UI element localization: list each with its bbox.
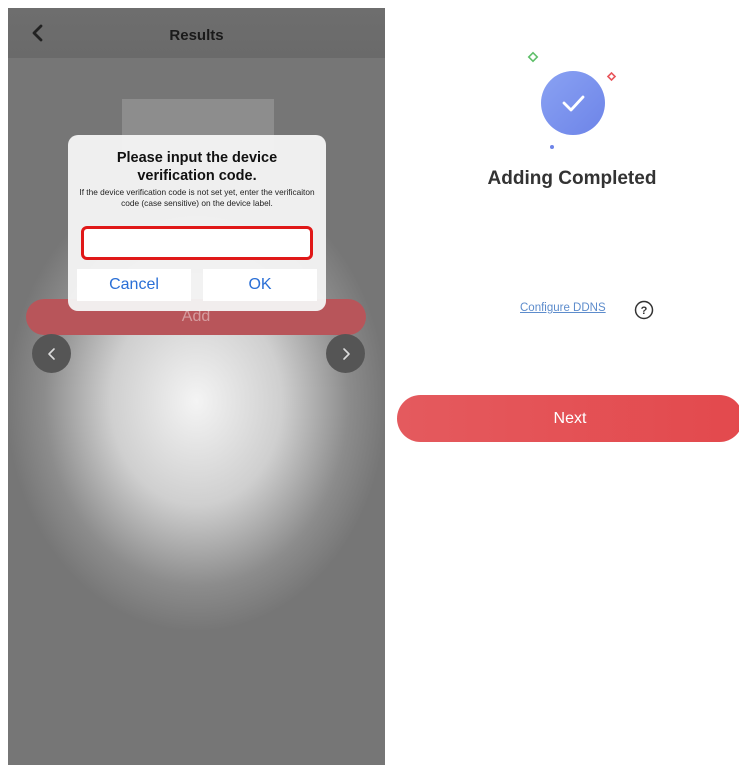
page-title: Results [169,27,224,44]
question-circle-icon[interactable]: ? [634,300,654,320]
verification-code-dialog: Please input the device verification cod… [68,135,326,311]
success-title: Adding Completed [487,168,657,189]
svg-text:?: ? [641,305,648,317]
dialog-title: Please input the device verification cod… [116,150,278,184]
nav-bar: Results [8,8,385,58]
checkmark-circle-icon [527,51,617,149]
next-button[interactable]: Next [397,395,739,442]
left-screen: Results Add Please input the device veri… [8,8,385,765]
dialog-message: If the device verification code is not s… [79,187,315,208]
chevron-right-icon [342,347,350,360]
verification-code-input[interactable] [81,226,313,260]
carousel-next-button[interactable] [326,334,365,373]
configure-ddns-link[interactable]: Configure DDNS [520,302,606,314]
carousel-prev-button[interactable] [32,334,71,373]
cancel-button[interactable]: Cancel [77,269,191,301]
ok-button[interactable]: OK [203,269,317,301]
chevron-left-icon [47,347,55,360]
